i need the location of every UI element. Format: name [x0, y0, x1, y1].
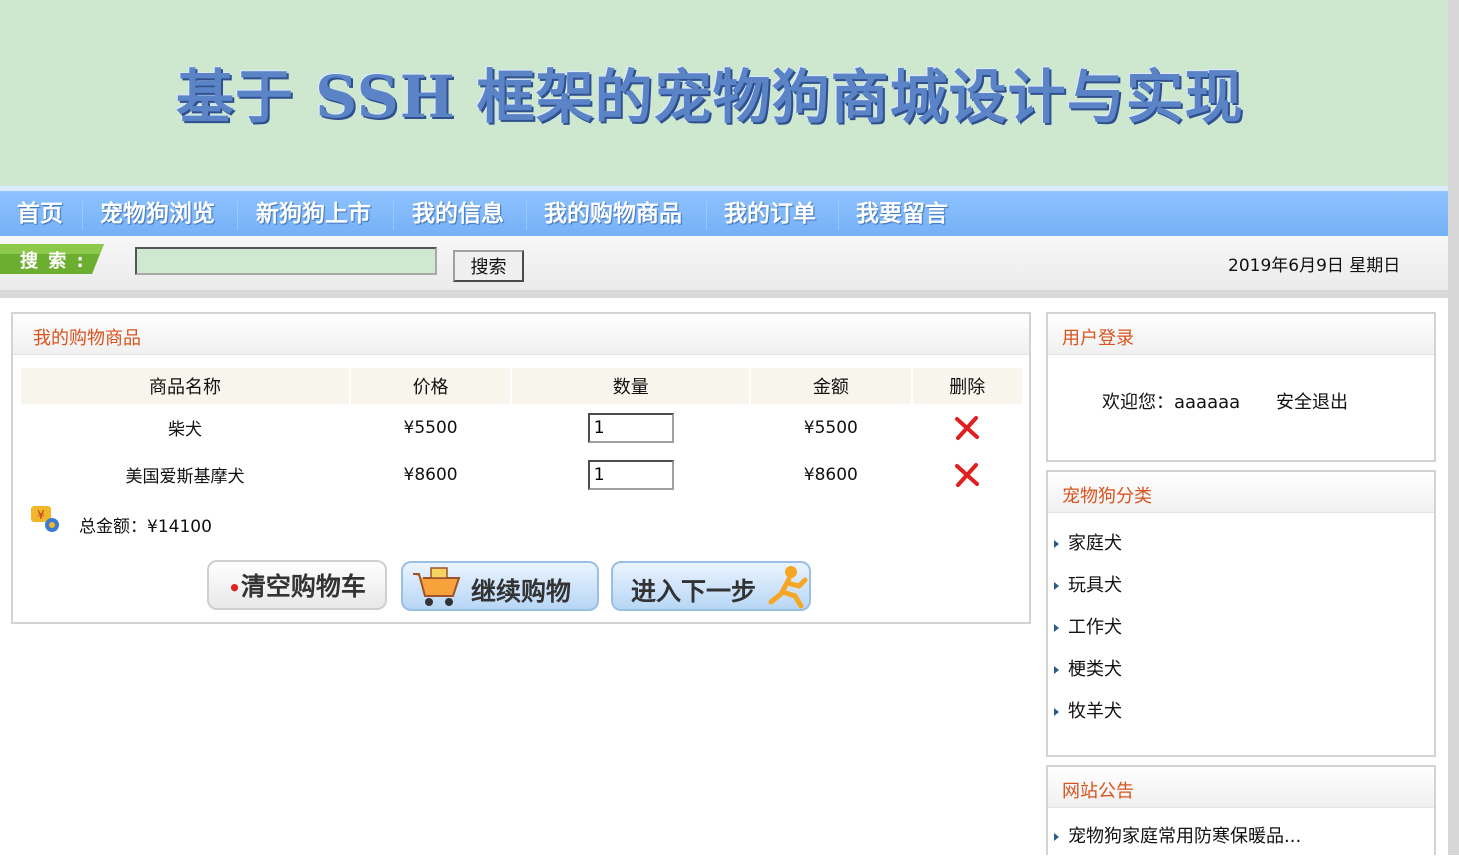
- category-list: 家庭犬 玩具犬 工作犬 梗类犬 牧羊犬: [1048, 523, 1434, 733]
- search-button[interactable]: 搜索: [453, 250, 524, 282]
- nav-item-my-info[interactable]: 我的信息: [412, 198, 504, 230]
- next-step-label: 进入下一步: [631, 577, 757, 606]
- nav-item-my-cart[interactable]: 我的购物商品: [544, 198, 682, 230]
- continue-shopping-button[interactable]: 继续购物: [401, 561, 599, 611]
- table-row: 美国爱斯基摩犬 ¥8600 ¥8600: [21, 451, 1022, 498]
- category-label: 工作犬: [1068, 617, 1122, 638]
- divider: [0, 290, 1448, 298]
- notice-panel-header: 网站公告: [1048, 767, 1434, 808]
- nav-item-home[interactable]: 首页: [17, 198, 63, 230]
- notice-item[interactable]: 宠物狗家庭常用防寒保暖品...: [1048, 816, 1434, 858]
- category-item[interactable]: 家庭犬: [1048, 523, 1434, 565]
- delete-icon[interactable]: [954, 415, 980, 441]
- search-tag: 搜 索 :: [0, 244, 104, 274]
- nav-separator: [393, 200, 394, 230]
- product-name: 柴犬: [167, 420, 202, 440]
- category-item[interactable]: 玩具犬: [1048, 565, 1434, 607]
- nav-separator: [237, 200, 238, 230]
- quantity-input[interactable]: [587, 459, 674, 490]
- svg-text:¥: ¥: [37, 508, 45, 522]
- nav-separator: [838, 200, 839, 230]
- product-price: ¥5500: [403, 417, 458, 438]
- column-header-price: 价格: [350, 368, 511, 404]
- bullet-icon: [1054, 666, 1059, 674]
- category-label: 玩具犬: [1068, 575, 1122, 596]
- categories-panel-header: 宠物狗分类: [1048, 472, 1434, 513]
- column-header-delete: 删除: [912, 368, 1022, 404]
- login-panel-header: 用户登录: [1048, 314, 1434, 355]
- welcome-text: 欢迎您：aaaaaa: [1102, 392, 1241, 413]
- bullet-icon: [1054, 624, 1059, 632]
- nav-item-leave-message[interactable]: 我要留言: [856, 198, 948, 230]
- notice-panel: 网站公告 宠物狗家庭常用防寒保暖品...: [1046, 765, 1436, 855]
- logout-link[interactable]: 安全退出: [1276, 388, 1348, 414]
- search-bar: 搜 索 : 搜索 2019年6月9日 星期日: [0, 236, 1448, 290]
- notice-panel-title: 网站公告: [1062, 781, 1134, 802]
- column-header-quantity: 数量: [512, 368, 750, 404]
- notice-label: 宠物狗家庭常用防寒保暖品...: [1068, 826, 1302, 847]
- money-icon: ¥: [31, 506, 59, 532]
- quantity-input[interactable]: [587, 412, 674, 443]
- table-header-row: 商品名称 价格 数量 金额 删除: [21, 368, 1022, 404]
- category-item[interactable]: 工作犬: [1048, 607, 1434, 649]
- clear-cart-label: 清空购物车: [240, 572, 366, 601]
- nav-separator: [82, 200, 83, 230]
- nav-item-new-dogs[interactable]: 新狗狗上市: [256, 198, 371, 230]
- bullet-icon: [1054, 708, 1059, 716]
- quantity-cell: [512, 451, 749, 498]
- column-header-name: 商品名称: [21, 368, 349, 404]
- category-label: 牧羊犬: [1068, 701, 1122, 722]
- delete-cell: [913, 451, 1023, 498]
- current-date: 2019年6月9日 星期日: [1228, 256, 1401, 276]
- next-step-button[interactable]: 进入下一步: [611, 561, 811, 611]
- search-label: 搜 索 :: [20, 251, 86, 272]
- main-nav: 首页 宠物狗浏览 新狗狗上市 我的信息 我的购物商品 我的订单 我要留言: [0, 186, 1448, 236]
- nav-separator: [526, 200, 527, 230]
- cart-panel-title: 我的购物商品: [33, 328, 141, 349]
- nav-item-browse-dogs[interactable]: 宠物狗浏览: [100, 198, 215, 230]
- dot-icon: •: [228, 576, 241, 600]
- delete-icon[interactable]: [954, 462, 980, 488]
- categories-panel: 宠物狗分类 家庭犬 玩具犬 工作犬 梗类犬 牧羊犬: [1046, 470, 1436, 757]
- login-panel: 用户登录 欢迎您：aaaaaa 安全退出: [1046, 312, 1436, 462]
- category-label: 家庭犬: [1068, 533, 1122, 554]
- category-label: 梗类犬: [1068, 659, 1122, 680]
- search-input[interactable]: [135, 247, 437, 275]
- product-name: 美国爱斯基摩犬: [125, 467, 245, 487]
- table-row: 柴犬 ¥5500 ¥5500: [21, 404, 1022, 451]
- cart-panel: 我的购物商品 商品名称 价格 数量 金额 删除 柴犬 ¥5500 ¥5500: [11, 312, 1031, 624]
- category-item[interactable]: 梗类犬: [1048, 649, 1434, 691]
- total-amount: 总金额：¥14100: [79, 517, 212, 537]
- product-price: ¥8600: [403, 464, 458, 485]
- bullet-icon: [1054, 582, 1059, 590]
- shopping-cart-icon: [413, 567, 461, 606]
- categories-panel-title: 宠物狗分类: [1062, 486, 1152, 507]
- product-amount: ¥8600: [803, 464, 858, 485]
- login-panel-title: 用户登录: [1062, 328, 1134, 349]
- notice-list: 宠物狗家庭常用防寒保暖品...: [1048, 816, 1434, 858]
- nav-separator: [706, 200, 707, 230]
- product-amount: ¥5500: [803, 417, 858, 438]
- site-title: 基于 SSH 框架的宠物狗商城设计与实现: [176, 63, 1244, 131]
- delete-cell: [913, 404, 1023, 451]
- bullet-icon: [1054, 833, 1059, 841]
- column-header-amount: 金额: [751, 368, 911, 404]
- bullet-icon: [1054, 540, 1059, 548]
- continue-shopping-label: 继续购物: [471, 577, 572, 606]
- nav-item-my-orders[interactable]: 我的订单: [724, 198, 816, 230]
- clear-cart-button[interactable]: •清空购物车: [207, 560, 387, 610]
- cart-panel-header: 我的购物商品: [13, 314, 1029, 355]
- quantity-cell: [512, 404, 749, 451]
- site-banner: 基于 SSH 框架的宠物狗商城设计与实现: [0, 0, 1448, 186]
- category-item[interactable]: 牧羊犬: [1048, 691, 1434, 733]
- cart-table: 商品名称 价格 数量 金额 删除 柴犬 ¥5500 ¥5500: [19, 368, 1024, 498]
- running-man-icon: [768, 566, 808, 609]
- page-right-edge: [1448, 0, 1459, 855]
